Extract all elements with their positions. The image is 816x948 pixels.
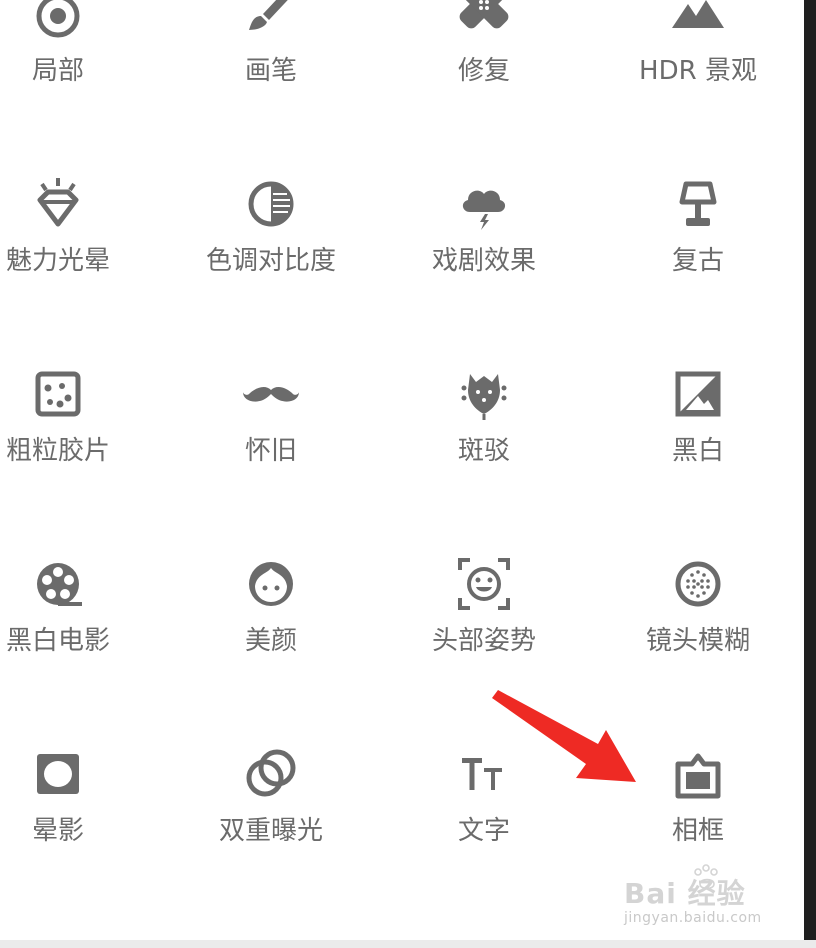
tool-glamour-glow[interactable]: 魅力光晕 (0, 176, 164, 316)
tonal-contrast-icon (241, 176, 301, 236)
tool-label: 画笔 (244, 56, 297, 86)
tool-label: 头部姿势 (431, 626, 536, 656)
tool-label: 相框 (671, 816, 724, 846)
double-exposure-icon (241, 746, 301, 806)
local-adjust-icon (28, 0, 88, 46)
tool-hdr[interactable]: HDR 景观 (592, 0, 804, 126)
tool-label: 复古 (671, 246, 724, 276)
watermark-url: jingyan.baidu.com (624, 910, 762, 926)
tool-label: 文字 (457, 816, 510, 846)
tool-local[interactable]: 局部 (0, 0, 164, 126)
bottom-edge-border (0, 940, 816, 948)
black-white-icon (668, 366, 728, 426)
vintage-lamp-icon (668, 176, 728, 236)
tool-double-exposure[interactable]: 双重曝光 (165, 746, 377, 886)
tool-grunge[interactable]: 斑驳 (378, 366, 590, 506)
noir-film-reel-icon (28, 556, 88, 616)
tool-label: 双重曝光 (218, 816, 323, 846)
drama-icon (454, 176, 514, 236)
tool-grainy-film[interactable]: 粗粒胶片 (0, 366, 164, 506)
tool-head-pose[interactable]: 头部姿势 (378, 556, 590, 696)
tool-label: 镜头模糊 (645, 626, 750, 656)
watermark-brand: Bai 经验 (624, 877, 746, 910)
lens-blur-icon (668, 556, 728, 616)
brush-icon (241, 0, 301, 46)
tool-label: HDR 景观 (639, 56, 757, 86)
hdr-landscape-icon (668, 0, 728, 46)
tool-vintage[interactable]: 复古 (592, 176, 804, 316)
tool-label: 色调对比度 (205, 246, 336, 276)
tool-label: 局部 (31, 56, 84, 86)
grainy-film-icon (28, 366, 88, 426)
tools-panel: 局部 画笔 修复 HDR 景观 魅力光晕 色调对比度 戏剧效果 复古 粗粒胶片 … (0, 0, 804, 940)
glamour-glow-icon (28, 176, 88, 236)
tool-retrolux[interactable]: 怀旧 (165, 366, 377, 506)
head-pose-icon (454, 556, 514, 616)
tool-black-white[interactable]: 黑白 (592, 366, 804, 506)
tool-label: 美颜 (244, 626, 297, 656)
tool-drama[interactable]: 戏剧效果 (378, 176, 590, 316)
annotation-arrow (492, 690, 636, 782)
tool-brush[interactable]: 画笔 (165, 0, 377, 126)
vignette-icon (28, 746, 88, 806)
healing-icon (454, 0, 514, 46)
tool-lens-blur[interactable]: 镜头模糊 (592, 556, 804, 696)
retrolux-mustache-icon (241, 366, 301, 426)
grunge-icon (454, 366, 514, 426)
tool-label: 修复 (457, 56, 510, 86)
tool-label: 怀旧 (244, 436, 297, 466)
tool-label: 粗粒胶片 (5, 436, 110, 466)
tool-tonal-contrast[interactable]: 色调对比度 (165, 176, 377, 316)
tool-label: 魅力光晕 (5, 246, 110, 276)
tool-label: 晕影 (31, 816, 84, 846)
portrait-face-icon (241, 556, 301, 616)
right-edge-border (804, 0, 816, 948)
tool-label: 黑白 (671, 436, 724, 466)
tool-healing[interactable]: 修复 (378, 0, 590, 126)
tool-noir[interactable]: 黑白电影 (0, 556, 164, 696)
tool-label: 戏剧效果 (431, 246, 536, 276)
tool-portrait[interactable]: 美颜 (165, 556, 377, 696)
tool-label: 黑白电影 (5, 626, 110, 656)
tool-label: 斑驳 (457, 436, 510, 466)
frames-icon (668, 746, 728, 806)
tool-vignette[interactable]: 晕影 (0, 746, 164, 886)
